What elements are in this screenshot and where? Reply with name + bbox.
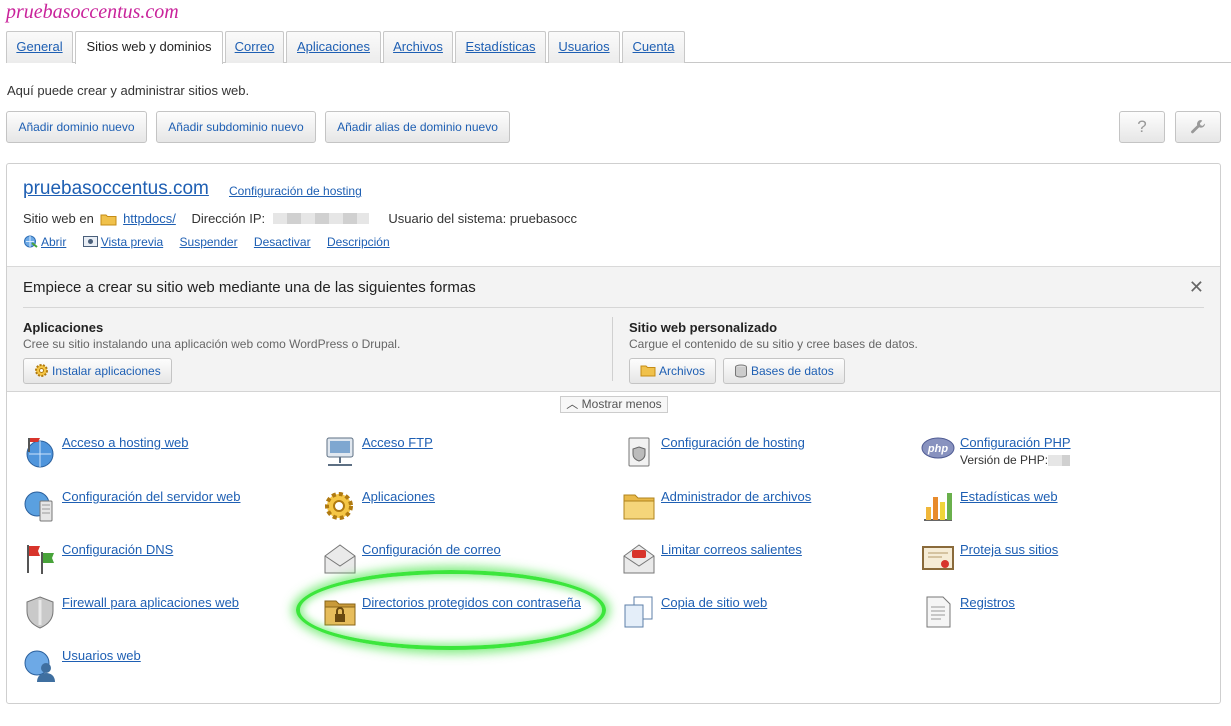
gear-icon [325, 492, 353, 520]
hosting-settings-link[interactable]: Configuración de hosting [229, 184, 362, 198]
apps-description: Cree su sitio instalando una aplicación … [23, 337, 401, 351]
databases-button[interactable]: Bases de datos [723, 358, 845, 384]
getting-started-box: Empiece a crear su sitio web mediante un… [7, 266, 1220, 392]
bar-chart-icon [924, 493, 952, 521]
envelope-limit-icon [623, 544, 655, 574]
document-icon [926, 596, 951, 628]
intro-text: Aquí puede crear y administrar sitios we… [7, 83, 250, 98]
site-title: pruebasoccentus.com [6, 1, 179, 23]
add-subdomain-button[interactable]: Añadir subdominio nuevo [156, 111, 316, 143]
tab-websites-domains[interactable]: Sitios web y dominios [75, 31, 223, 64]
folder-icon [100, 214, 117, 226]
tab-applications[interactable]: Aplicaciones [286, 31, 381, 63]
domain-info-row: Sitio web en httpdocs/ Dirección IP: Usu… [23, 210, 577, 226]
show-less-toggle[interactable]: ︿ Mostrar menos [560, 396, 668, 413]
system-user: Usuario del sistema: pruebasocc [388, 211, 578, 227]
svg-text:php: php [927, 443, 948, 455]
tab-files[interactable]: Archivos [383, 31, 453, 63]
flags-icon [27, 545, 54, 574]
custom-site-heading: Sitio web personalizado [629, 320, 778, 335]
install-apps-button[interactable]: Instalar aplicaciones [23, 358, 172, 384]
domain-name-link[interactable]: pruebasoccentus.com [23, 178, 209, 200]
tab-general[interactable]: General [6, 31, 73, 63]
description-action[interactable]: Descripción [327, 235, 390, 249]
preview-action[interactable]: Vista previa [82, 235, 167, 249]
custom-site-description: Cargue el contenido de su sitio y cree b… [629, 337, 918, 351]
tab-statistics[interactable]: Estadísticas [455, 31, 546, 63]
domain-panel: pruebasoccentus.com Configuración de hos… [6, 163, 1221, 704]
preview-icon [82, 236, 98, 247]
copy-pages-icon [624, 596, 653, 628]
files-button[interactable]: Archivos [629, 358, 717, 384]
settings-button[interactable] [1175, 111, 1221, 143]
envelope-icon [324, 544, 356, 574]
ftp-icon [326, 437, 354, 466]
php-version-redacted [1048, 455, 1071, 467]
globe-user-icon [24, 650, 55, 682]
help-button[interactable]: ? [1119, 111, 1165, 143]
tab-mail[interactable]: Correo [225, 31, 284, 63]
chevron-up-icon: ︿ [566, 397, 579, 411]
ip-address-redacted [272, 213, 369, 225]
domain-actions: Abrir Vista previa Suspender Desactivar … [23, 235, 403, 249]
help-icon: ? [1137, 117, 1147, 136]
open-action[interactable]: Abrir [23, 235, 70, 249]
folder-icon [623, 494, 655, 520]
folder-icon [640, 365, 656, 377]
wrench-icon [1191, 120, 1206, 134]
gear-icon [35, 364, 48, 377]
close-icon[interactable]: ✕ [1189, 277, 1204, 298]
site-at-label: Sitio web en [23, 211, 94, 227]
database-icon [735, 364, 747, 378]
add-domain-button[interactable]: Añadir dominio nuevo [6, 111, 147, 143]
server-globe-icon [24, 491, 53, 522]
docroot-link[interactable]: httpdocs/ [123, 211, 176, 226]
globe-flag-icon [26, 438, 54, 468]
tab-users[interactable]: Usuarios [548, 31, 620, 63]
php-version: Versión de PHP: [960, 453, 1071, 467]
globe-open-icon [24, 235, 38, 248]
hosting-settings-icon [628, 437, 650, 467]
disable-action[interactable]: Desactivar [254, 235, 311, 249]
locked-folder-icon [324, 600, 356, 626]
shield-icon [26, 596, 54, 629]
suspend-action[interactable]: Suspender [180, 235, 238, 249]
getting-started-title: Empiece a crear su sitio web mediante un… [23, 279, 476, 296]
main-tabs: General Sitios web y dominios Correo Apl… [6, 31, 1231, 64]
column-separator [612, 317, 613, 381]
divider [23, 307, 1204, 308]
ip-label: Dirección IP: [191, 211, 266, 227]
certificate-icon [922, 546, 954, 570]
tab-account[interactable]: Cuenta [622, 31, 685, 63]
add-alias-button[interactable]: Añadir alias de dominio nuevo [325, 111, 510, 143]
php-icon: php [921, 437, 955, 459]
apps-heading: Aplicaciones [23, 320, 104, 335]
